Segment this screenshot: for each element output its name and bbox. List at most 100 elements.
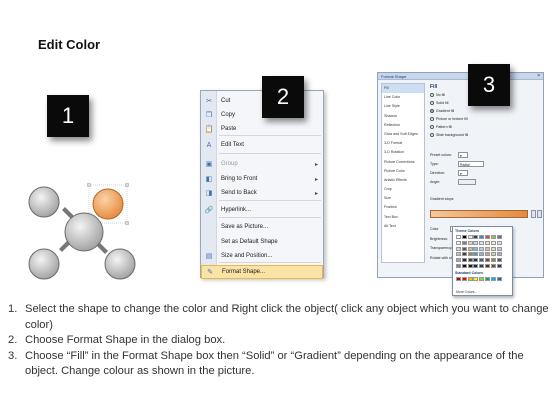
radio-gradient-fill[interactable]: Gradient fill <box>430 109 454 113</box>
shape-circle-bottom-left[interactable] <box>28 248 60 280</box>
color-swatch[interactable] <box>456 235 461 239</box>
color-swatch[interactable] <box>479 246 485 251</box>
category-shadow[interactable]: Shadow <box>382 112 424 121</box>
menu-item-paste[interactable]: 📋 Paste <box>201 122 323 136</box>
color-swatch[interactable] <box>479 252 485 257</box>
color-swatch[interactable] <box>479 240 485 245</box>
shape-circle-top-left[interactable] <box>28 186 60 218</box>
color-swatch[interactable] <box>467 258 473 263</box>
shape-diagram[interactable] <box>22 180 147 285</box>
radio-dot[interactable] <box>430 93 434 97</box>
color-swatch[interactable] <box>467 240 473 245</box>
category-size[interactable]: Size <box>382 194 424 203</box>
close-icon[interactable]: × <box>537 73 540 79</box>
color-swatch[interactable] <box>496 252 502 257</box>
color-swatch[interactable] <box>496 264 502 268</box>
color-swatch[interactable] <box>456 240 461 245</box>
color-swatch[interactable] <box>484 252 490 257</box>
color-swatch[interactable] <box>490 264 496 268</box>
color-swatch[interactable] <box>484 246 490 251</box>
color-swatch[interactable] <box>496 235 502 239</box>
category-line-style[interactable]: Line Style <box>382 102 424 111</box>
category-line-color[interactable]: Line Color <box>382 93 424 102</box>
color-swatch[interactable] <box>467 264 473 268</box>
category-crop[interactable]: Crop <box>382 185 424 194</box>
color-swatch[interactable] <box>456 252 461 257</box>
color-swatch[interactable] <box>456 258 461 263</box>
add-stop-button[interactable] <box>531 210 536 218</box>
radio-dot[interactable] <box>430 109 434 113</box>
color-swatch[interactable] <box>473 240 479 245</box>
menu-item-group[interactable]: ▣ Group ▸ <box>201 157 323 171</box>
radio-dot[interactable] <box>430 101 434 105</box>
color-swatch[interactable] <box>456 246 461 251</box>
color-swatch[interactable] <box>473 264 479 268</box>
color-swatch[interactable] <box>461 277 467 281</box>
color-swatch[interactable] <box>490 246 496 251</box>
menu-item-bring-to-front[interactable]: ◧ Bring to Front ▸ <box>201 172 323 186</box>
radio-solid-fill[interactable]: Solid fill <box>430 101 448 105</box>
color-swatch[interactable] <box>496 258 502 263</box>
circles-diagram[interactable] <box>22 180 147 285</box>
radio-pattern-fill[interactable]: Pattern fill <box>430 125 452 129</box>
color-swatch[interactable] <box>467 252 473 257</box>
color-swatch[interactable] <box>479 235 485 239</box>
color-swatch[interactable] <box>467 246 473 251</box>
color-swatch[interactable] <box>479 258 485 263</box>
menu-item-hyperlink[interactable]: 🔗 Hyperlink... <box>201 203 323 217</box>
color-swatch[interactable] <box>484 235 490 239</box>
category-3-d-format[interactable]: 3-D Format <box>382 139 424 148</box>
menu-item-format-shape[interactable]: ✎ Format Shape... <box>201 265 323 279</box>
color-swatch[interactable] <box>461 258 467 263</box>
category-position[interactable]: Position <box>382 203 424 212</box>
angle-input[interactable] <box>458 179 476 185</box>
color-swatch[interactable] <box>490 235 496 239</box>
color-swatch[interactable] <box>467 235 473 239</box>
menu-item-set-as-default-shape[interactable]: Set as Default Shape <box>201 235 323 249</box>
radio-no-fill[interactable]: No fill <box>430 93 445 97</box>
color-swatch[interactable] <box>461 240 467 245</box>
category-artistic-effects[interactable]: Artistic Effects <box>382 176 424 185</box>
preset-colors-dropdown[interactable]: ▾ <box>458 152 468 158</box>
category-reflection[interactable]: Reflection <box>382 121 424 130</box>
color-swatch[interactable] <box>473 252 479 257</box>
shape-circle-bottom-right[interactable] <box>104 248 136 280</box>
color-swatch[interactable] <box>490 252 496 257</box>
category-list[interactable]: Fill Line Color Line Style Shadow Reflection… <box>381 83 425 263</box>
color-swatch[interactable] <box>484 240 490 245</box>
menu-item-edit-text[interactable]: A Edit Text <box>201 138 323 152</box>
color-swatch[interactable] <box>479 264 485 268</box>
radio-dot[interactable] <box>430 125 434 129</box>
color-swatch[interactable] <box>473 258 479 263</box>
direction-dropdown[interactable]: ▾ <box>458 170 468 176</box>
more-colors-link[interactable]: More Colors... <box>456 290 477 294</box>
menu-item-send-to-back[interactable]: ◨ Send to Back ▸ <box>201 186 323 200</box>
radio-dot[interactable] <box>430 133 434 137</box>
color-swatch[interactable] <box>490 258 496 263</box>
color-swatch[interactable] <box>456 277 461 281</box>
category-3-d-rotation[interactable]: 3-D Rotation <box>382 148 424 157</box>
color-swatch[interactable] <box>473 246 479 251</box>
category-text-box[interactable]: Text Box <box>382 213 424 222</box>
color-swatch[interactable] <box>490 240 496 245</box>
color-swatch[interactable] <box>484 264 490 268</box>
category-picture-corrections[interactable]: Picture Corrections <box>382 158 424 167</box>
color-swatch[interactable] <box>473 235 479 239</box>
gradient-stops-bar[interactable] <box>430 210 528 218</box>
category-glow-and-soft-edges[interactable]: Glow and Soft Edges <box>382 130 424 139</box>
color-palette[interactable]: Theme Colors Standard Colors More Colors… <box>452 226 513 296</box>
category-alt-text[interactable]: Alt Text <box>382 222 424 231</box>
color-swatch[interactable] <box>496 277 502 281</box>
color-swatch[interactable] <box>496 240 502 245</box>
color-swatch[interactable] <box>461 246 467 251</box>
color-swatch[interactable] <box>484 258 490 263</box>
color-swatch[interactable] <box>461 235 467 239</box>
shape-circle-center[interactable] <box>64 212 104 252</box>
radio-picture-or-texture-fill[interactable]: Picture or texture fill <box>430 117 468 121</box>
radio-slide-background-fill[interactable]: Slide background fill <box>430 133 468 137</box>
menu-item-size-and-position[interactable]: ▤ Size and Position... <box>201 249 323 263</box>
color-swatch[interactable] <box>484 277 490 281</box>
color-swatch[interactable] <box>461 264 467 268</box>
color-swatch[interactable] <box>490 277 496 281</box>
color-swatch[interactable] <box>467 277 473 281</box>
